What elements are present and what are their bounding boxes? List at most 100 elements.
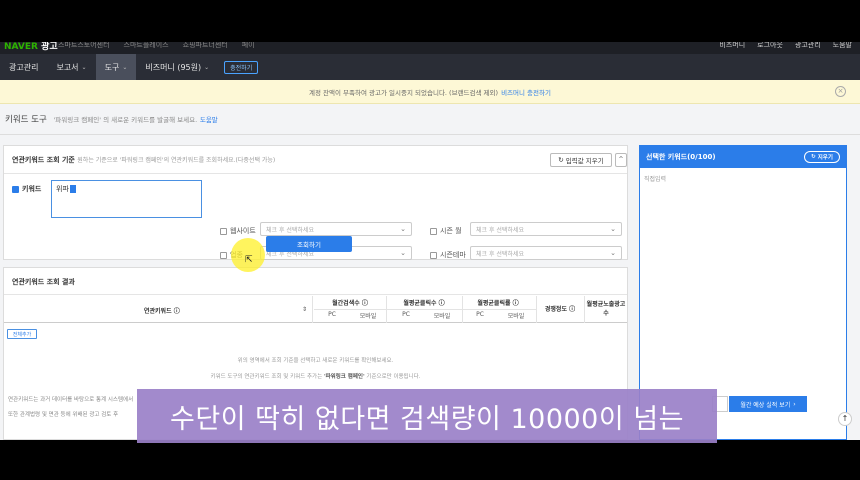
chevron-down-icon: ⌄	[610, 249, 616, 257]
season-theme-option[interactable]: 시즌테마	[430, 250, 466, 260]
monthly-estimate-button[interactable]: 월간 예상 실적 보기 ›	[729, 396, 807, 412]
direct-input-field[interactable]: 직접입력	[644, 174, 666, 183]
nav-ad-manage[interactable]: 광고관리	[0, 54, 47, 80]
chevron-down-icon: ⌄	[81, 63, 87, 71]
empty-message-1: 위의 영역에서 조회 기준을 선택하고 새로운 키워드를 확인해보세요.	[237, 358, 394, 364]
empty-message-2-pre: 키워드 도구의 연관키워드 조회 및 키워드 추가는	[210, 374, 323, 380]
sort-icon[interactable]: ⇕	[302, 306, 307, 313]
brand-suffix: 광고	[41, 42, 58, 52]
selected-reset-button[interactable]: ↻ 지우기	[804, 151, 840, 163]
top-right-admanage[interactable]: 광고관리	[795, 42, 821, 50]
season-theme-checkbox[interactable]	[430, 251, 437, 259]
info-icon: ⓘ	[361, 300, 368, 307]
divider	[536, 296, 537, 323]
info-icon: ⓘ	[438, 300, 445, 307]
website-option[interactable]: 웹사이트	[220, 226, 256, 236]
footnote-2: 또한 관계법령 및 면관 등에 위배된 광고 검토 후	[8, 412, 119, 418]
refresh-icon: ↻	[811, 154, 816, 160]
page-title-text: 키워드 도구	[5, 115, 47, 125]
col-click-pc[interactable]: PC	[390, 311, 422, 318]
col-search-pc[interactable]: PC	[316, 311, 348, 318]
top-links: 스마트스토어센터 스마트플레이스 쇼핑파트너센터 페이	[58, 42, 255, 50]
naver-ad-keyword-tool: NAVER 광고 스마트스토어센터 스마트플레이스 쇼핑파트너센터 페이 비즈머…	[0, 42, 860, 440]
website-label: 웹사이트	[230, 227, 256, 235]
col-monthly-click[interactable]: 월평균클릭수 ⓘ	[390, 298, 458, 307]
page-desc: '파워링크 캠페인' 의 새로운 키워드를 발굴해 보세요.	[53, 116, 198, 124]
keyword-input-value: 위파	[56, 185, 69, 193]
mouse-cursor-icon: ⇱	[245, 255, 253, 265]
selected-keywords-header: 선택한 키워드(0/100) ↻ 지우기	[640, 146, 846, 168]
page-title: 키워드 도구 '파워링크 캠페인' 의 새로운 키워드를 발굴해 보세요. 도움…	[5, 113, 218, 125]
chevron-right-icon: ›	[793, 400, 796, 408]
top-right-bizmoney[interactable]: 비즈머니	[719, 42, 745, 50]
top-right-logout[interactable]: 로그아웃	[757, 42, 783, 50]
website-select[interactable]: 체크 후 선택하세요 ⌄	[260, 222, 412, 236]
col-monthly-search[interactable]: 월간검색수 ⓘ	[316, 298, 384, 307]
col-monthly-search-label: 월간검색수	[332, 300, 360, 307]
selected-reset-label: 지우기	[817, 155, 833, 161]
video-letterbox-top	[0, 0, 860, 42]
nav-reports-label: 보고서	[56, 62, 79, 72]
reset-input-button[interactable]: ↻ 입력값 지우기	[550, 153, 612, 167]
help-link[interactable]: 도움말	[200, 116, 218, 124]
top-right-links: 비즈머니 로그아웃 광고관리 도움말	[719, 42, 852, 50]
keyword-search-panel: 연관키워드 조회 기준 원하는 기준으로 '파워링크 캠페인'의 연관키워드를 …	[3, 145, 628, 260]
search-title-text: 연관키워드 조회 기준	[12, 156, 75, 164]
close-icon[interactable]: ×	[835, 86, 846, 97]
notice-charge-link[interactable]: 비즈머니 충전하기	[501, 87, 551, 97]
divider	[584, 296, 585, 323]
divider	[4, 173, 627, 174]
empty-message-2-strong: '파워링크 캠페인'	[323, 374, 365, 380]
chevron-down-icon: ⌄	[400, 225, 406, 233]
collapse-button[interactable]: ^	[615, 153, 627, 167]
col-click-mobile[interactable]: 모바일	[424, 311, 460, 320]
season-month-select[interactable]: 체크 후 선택하세요 ⌄	[470, 222, 622, 236]
nav-tools-label: 도구	[104, 62, 120, 72]
season-theme-select[interactable]: 체크 후 선택하세요 ⌄	[470, 246, 622, 260]
top-link-smartstore[interactable]: 스마트스토어센터	[58, 42, 110, 50]
nav-bizmoney[interactable]: 비즈머니 (95원) ⌄	[136, 54, 218, 80]
divider	[314, 309, 536, 310]
brand-logo[interactable]: NAVER 광고	[4, 42, 58, 52]
top-link-shopping[interactable]: 쇼핑파트너센터	[183, 42, 228, 50]
brand-prefix: NAVER	[4, 42, 38, 52]
col-search-mobile[interactable]: 모바일	[350, 311, 386, 320]
nav-reports[interactable]: 보고서 ⌄	[47, 54, 95, 80]
charge-button[interactable]: 충전하기	[224, 60, 259, 74]
col-keyword[interactable]: 연관키워드 ⓘ	[144, 306, 180, 315]
season-month-select-placeholder: 체크 후 선택하세요	[476, 226, 524, 234]
keyword-option[interactable]: 키워드	[12, 184, 41, 194]
monthly-estimate-label: 월간 예상 실적 보기	[740, 401, 791, 409]
divider	[312, 296, 313, 323]
col-ctr-pc[interactable]: PC	[464, 311, 496, 318]
empty-message-2: 키워드 도구의 연관키워드 조회 및 키워드 추가는 '파워링크 캠페인' 기준…	[4, 372, 627, 380]
col-monthly-ctr-label: 월평균클릭률	[477, 300, 511, 307]
query-button[interactable]: 조회하기	[266, 236, 352, 252]
info-icon: ⓘ	[569, 306, 576, 313]
col-competition-label: 경쟁정도	[544, 306, 567, 313]
col-monthly-ctr[interactable]: 월평균클릭률 ⓘ	[464, 298, 532, 307]
season-theme-select-placeholder: 체크 후 선택하세요	[476, 250, 524, 258]
industry-checkbox[interactable]	[220, 251, 227, 259]
keyword-checkbox[interactable]	[12, 185, 19, 193]
col-competition[interactable]: 경쟁정도 ⓘ	[538, 304, 582, 313]
chevron-down-icon: ⌄	[122, 63, 128, 71]
top-right-help[interactable]: 도움말	[833, 42, 852, 50]
scroll-top-button[interactable]: ↑	[838, 412, 852, 426]
video-subtitle: 수단이 딱히 없다면 검색량이 10000이 넘는	[137, 389, 717, 443]
season-month-option[interactable]: 시즌 월	[430, 226, 462, 236]
keyword-input[interactable]: 위파	[51, 180, 202, 218]
page-divider	[0, 134, 860, 135]
balance-notice: 계정 잔액이 부족하여 광고가 일시중지 되었습니다. (브랜드검색 제외) 비…	[0, 80, 860, 104]
add-all-button[interactable]: 전체추가	[7, 329, 37, 339]
col-ctr-mobile[interactable]: 모바일	[498, 311, 534, 320]
nav-tools[interactable]: 도구 ⌄	[95, 54, 137, 80]
top-link-smartplace[interactable]: 스마트플레이스	[124, 42, 169, 50]
season-theme-label: 시즌테마	[440, 251, 466, 259]
website-checkbox[interactable]	[220, 227, 227, 235]
search-desc: 원하는 기준으로 '파워링크 캠페인'의 연관키워드를 조회하세요.(다중선택 …	[77, 157, 276, 164]
top-link-pay[interactable]: 페이	[242, 42, 255, 50]
col-ad-count[interactable]: 월평균노출광고수	[586, 300, 626, 318]
results-title: 연관키워드 조회 결과	[12, 278, 75, 286]
season-month-checkbox[interactable]	[430, 227, 437, 235]
